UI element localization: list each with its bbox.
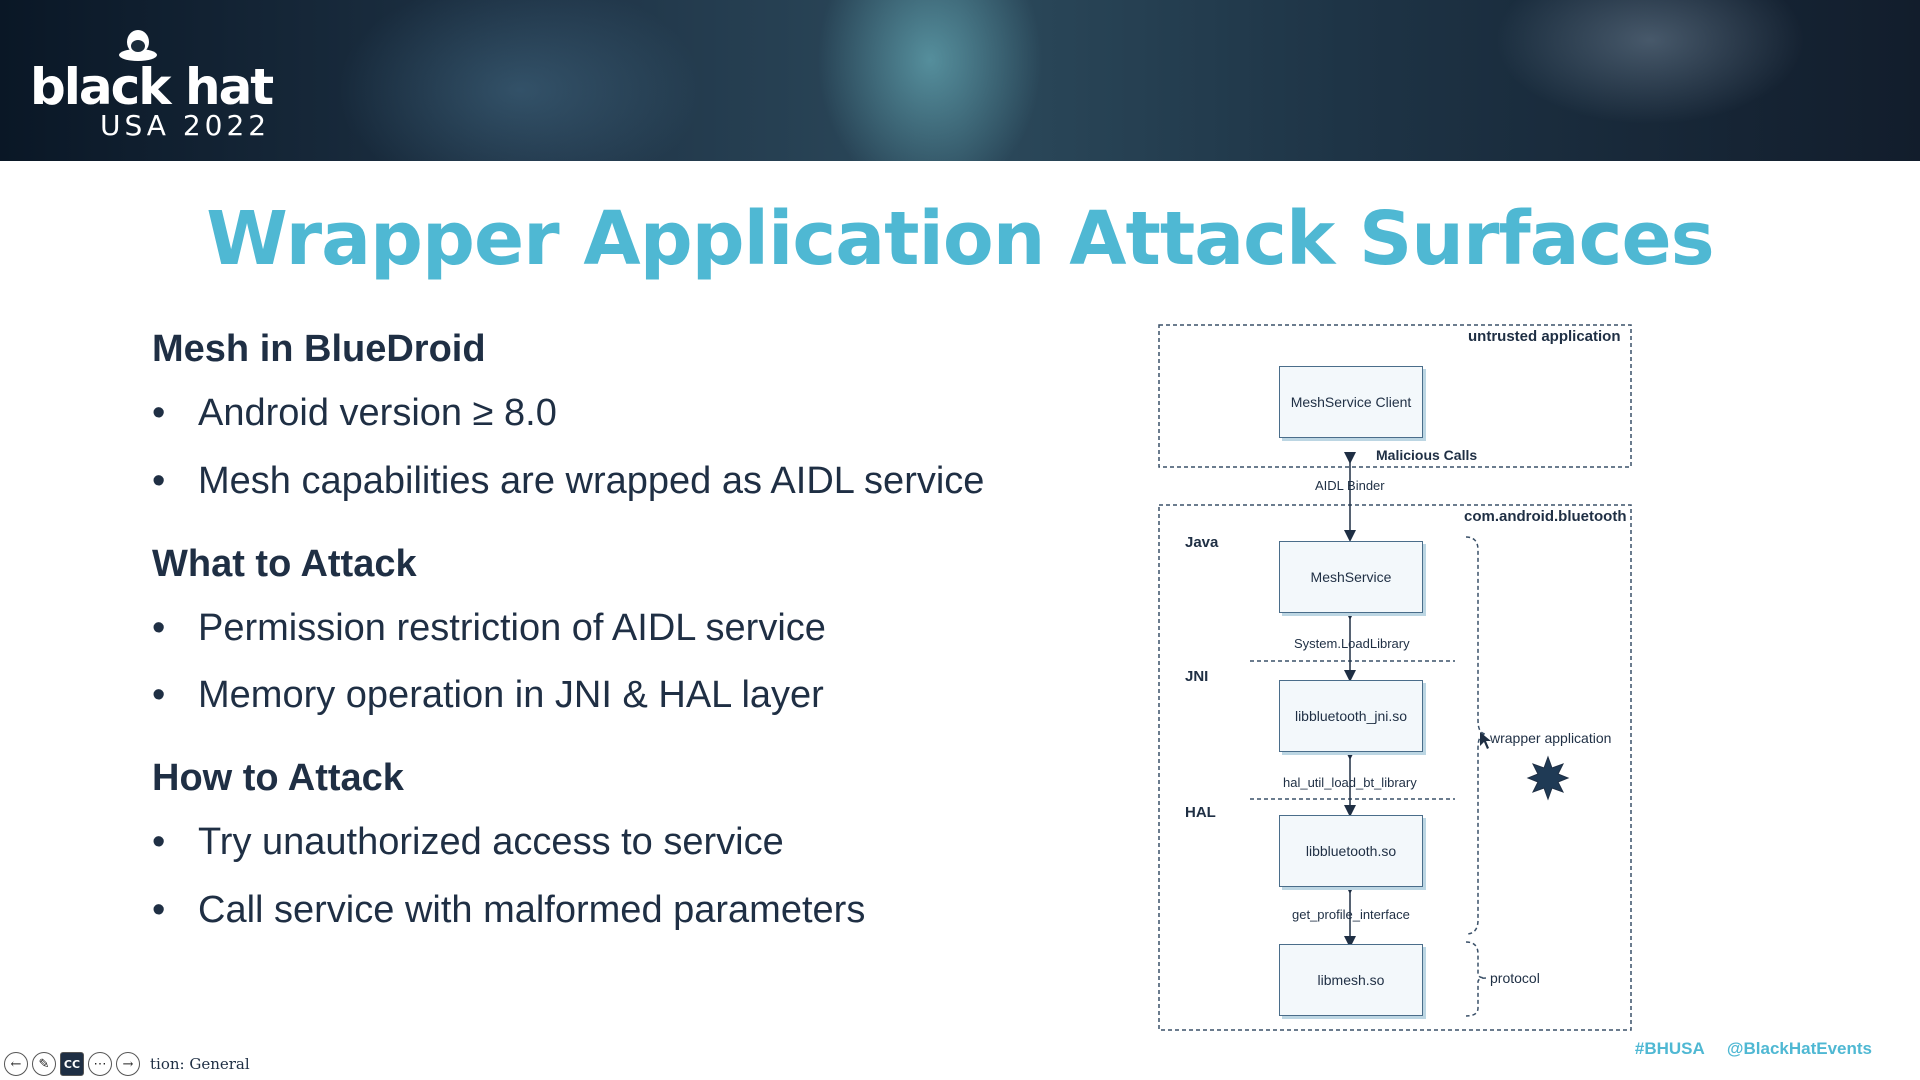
previous-slide-icon[interactable]: ← (4, 1052, 28, 1076)
layer-hal-label: HAL (1185, 804, 1216, 821)
bullet-item: • Memory operation in JNI & HAL layer (152, 675, 1052, 717)
section-how-to-attack: How to Attack • Try unauthorized access … (152, 757, 1052, 932)
section-heading: What to Attack (152, 542, 417, 585)
section-heading: Mesh in BlueDroid (152, 328, 486, 370)
bullet-dot: • (152, 459, 166, 502)
untrusted-app-label: untrusted application (1468, 328, 1621, 345)
bullet-item: • Call service with malformed parameters (152, 888, 1052, 932)
section-what-to-attack: What to Attack • Permission restriction … (152, 543, 1052, 718)
meshservice-box: MeshService (1279, 541, 1423, 613)
diagram-lines (1158, 324, 1632, 1031)
section-heading: How to Attack (152, 757, 404, 800)
bullet-item: • Mesh capabilities are wrapped as AIDL … (152, 459, 1052, 503)
next-slide-icon[interactable]: → (116, 1052, 140, 1076)
load-library-label: System.LoadLibrary (1294, 636, 1410, 651)
twitter-handle: @BlackHatEvents (1726, 1039, 1872, 1058)
bullet-item: • Permission restriction of AIDL service (152, 606, 1052, 650)
black-hat-logo: black hat USA 2022 (30, 28, 300, 142)
hal-load-label: hal_util_load_bt_library (1283, 775, 1417, 790)
bullet-item: • Android version ≥ 8.0 (152, 392, 1052, 435)
aidl-binder-label: AIDL Binder (1315, 478, 1385, 493)
captions-button[interactable]: CC (60, 1052, 84, 1076)
more-options-icon[interactable]: ⋯ (88, 1052, 112, 1076)
bluetooth-package-label: com.android.bluetooth (1464, 508, 1627, 525)
section-mesh-in-bluedroid: Mesh in BlueDroid • Android version ≥ 8.… (152, 328, 1052, 503)
bullet-content: Mesh in BlueDroid • Android version ≥ 8.… (152, 328, 1052, 972)
layer-java-label: Java (1185, 534, 1219, 551)
libbluetooth-box: libbluetooth.so (1279, 815, 1423, 887)
bullet-text: Permission restriction of AIDL service (198, 606, 826, 649)
bullet-dot: • (152, 888, 166, 931)
protocol-label: protocol (1490, 970, 1540, 986)
libmesh-box: libmesh.so (1279, 944, 1423, 1016)
classification-label: tion: General (150, 1055, 250, 1073)
attack-burst-icon (1526, 755, 1570, 801)
hashtag: #BHUSA (1634, 1039, 1705, 1058)
bullet-dot: • (152, 392, 166, 434)
bullet-dot: • (152, 821, 166, 864)
libbluetooth-jni-box: libbluetooth_jni.so (1279, 680, 1423, 752)
header-banner: black hat USA 2022 (0, 0, 1920, 161)
presentation-controls: ← ✎ CC ⋯ → tion: General (4, 1052, 250, 1076)
bullet-text: Mesh capabilities are wrapped as AIDL se… (198, 459, 985, 502)
protocol-brace (1465, 941, 1487, 1017)
logo-event: USA 2022 (100, 109, 271, 142)
logo-wordmark: black hat (30, 58, 274, 116)
pen-icon[interactable]: ✎ (32, 1052, 56, 1076)
bullet-text: Call service with malformed parameters (198, 888, 866, 931)
meshservice-client-box: MeshService Client (1279, 366, 1423, 438)
bullet-item: • Try unauthorized access to service (152, 821, 1052, 864)
bullet-dot: • (152, 606, 166, 649)
footer-tags: #BHUSA @BlackHatEvents (1617, 1039, 1872, 1059)
bullet-dot: • (152, 674, 166, 717)
profile-interface-label: get_profile_interface (1292, 907, 1410, 922)
architecture-diagram: untrusted application com.android.blueto… (1150, 320, 1850, 1040)
bullet-text: Memory operation in JNI & HAL layer (198, 674, 824, 717)
wrapper-application-label: wrapper application (1490, 730, 1612, 746)
slide-title: Wrapper Application Attack Surfaces (206, 196, 1714, 282)
malicious-calls-label: Malicious Calls (1376, 447, 1478, 463)
layer-jni-label: JNI (1185, 668, 1209, 685)
bullet-text: Android version ≥ 8.0 (198, 392, 557, 434)
bullet-text: Try unauthorized access to service (198, 821, 784, 864)
